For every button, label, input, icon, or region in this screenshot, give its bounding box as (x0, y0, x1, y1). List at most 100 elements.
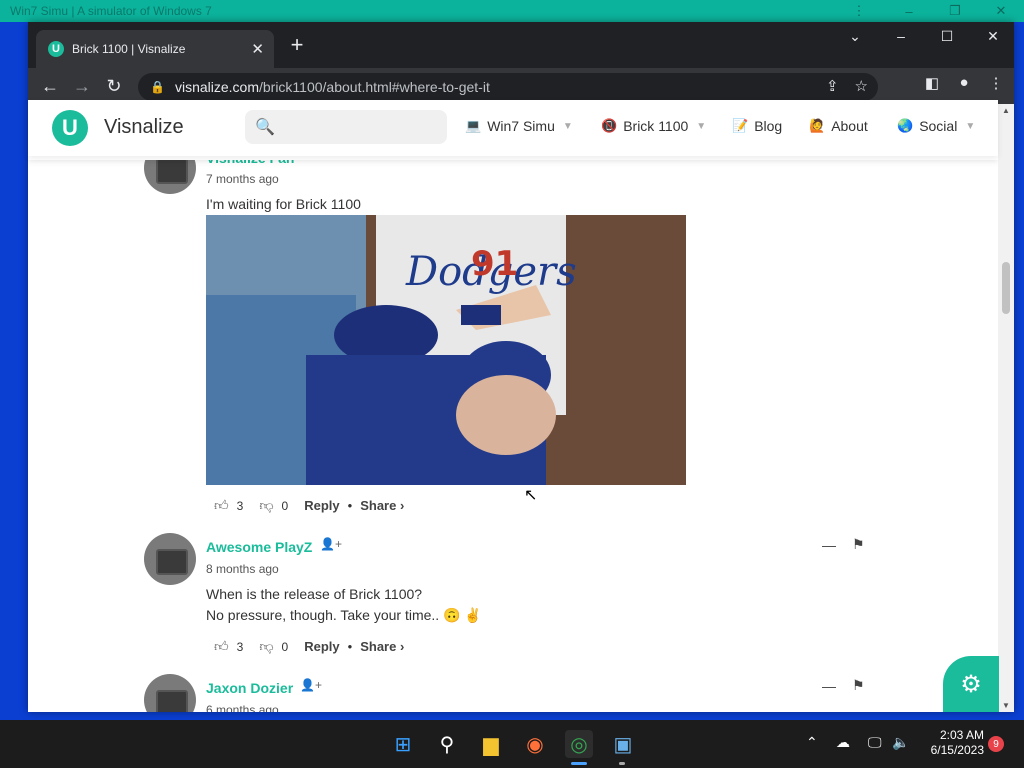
briefcase-icon (156, 549, 188, 575)
comment-author[interactable]: Jaxon Dozier (206, 680, 293, 696)
nav-label: Brick 1100 (623, 118, 689, 134)
chrome-icon[interactable]: ◎ (565, 730, 593, 758)
volume-icon[interactable]: 🔈 (892, 734, 909, 751)
svg-text:91: 91 (471, 244, 518, 284)
flag-icon[interactable]: ⚑ (852, 536, 865, 553)
flag-icon[interactable]: ⚑ (852, 677, 865, 694)
favicon-icon: U (48, 41, 64, 57)
collapse-icon[interactable]: — (822, 678, 836, 694)
dislike-count: 0 (281, 498, 289, 513)
reply-button[interactable]: Reply (304, 498, 339, 513)
site-logo[interactable]: U (52, 110, 88, 146)
separator-dot: • (347, 498, 353, 513)
tab-strip: U Brick 1100 | Visnalize ✕ + ⌄ – ☐ ✕ (28, 22, 1014, 68)
taskbar: ⊞ ⚲ ▆ ◉ ◎ ▣ ⌃ ☁ 🖵 🔈 2:03 AM 6/15/2023 9 (0, 720, 1024, 768)
chevron-down-icon: ▼ (965, 120, 976, 132)
file-explorer-icon[interactable]: ▆ (477, 730, 505, 758)
notification-badge[interactable]: 9 (988, 736, 1004, 752)
tab-close-icon[interactable]: ✕ (251, 40, 264, 58)
nav-about[interactable]: 🙋 About (809, 118, 868, 134)
nav-win7-simu[interactable]: 💻 Win7 Simu ▼ (465, 118, 573, 134)
like-count: 3 (236, 639, 244, 654)
gear-icon: ⚙ (960, 670, 982, 698)
taskbar-clock[interactable]: 2:03 AM 6/15/2023 (920, 728, 984, 758)
page-scrollbar[interactable]: ▲ ▼ (998, 104, 1014, 712)
close-button[interactable]: ✕ (970, 22, 1016, 50)
network-icon[interactable]: 🖵 (868, 734, 882, 751)
nav-label: Social (919, 118, 958, 134)
add-user-icon[interactable]: 👤+ (300, 678, 322, 692)
thumbs-down-icon[interactable]: 👎︎ (259, 497, 273, 514)
clock-time: 2:03 AM (939, 728, 984, 742)
thumbs-down-icon[interactable]: 👎︎ (259, 638, 273, 655)
site-brand[interactable]: Visnalize (104, 116, 184, 139)
like-count: 3 (236, 498, 244, 513)
site-search[interactable]: 🔍 (245, 110, 447, 144)
nav-label: Win7 Simu (487, 118, 555, 134)
add-user-icon[interactable]: 👤+ (320, 537, 342, 551)
site-header-overlay: U Visnalize 🔍 💻 Win7 Simu ▼ 📵 Brick 1100… (28, 100, 998, 156)
chevron-down-icon: ▼ (696, 120, 707, 132)
url-host: visnalize.com (174, 79, 259, 95)
firefox-icon[interactable]: ◉ (521, 730, 549, 758)
address-bar[interactable]: 🔒 visnalize.com /brick1100/about.html#wh… (138, 73, 878, 101)
avatar[interactable] (144, 533, 196, 585)
side-panel-icon[interactable]: ◧ (922, 74, 942, 92)
scroll-down-icon[interactable]: ▼ (1002, 701, 1010, 710)
comment-gif-image[interactable]: Dodgers 91 (206, 215, 686, 485)
dislike-count: 0 (281, 639, 289, 654)
avatar[interactable] (144, 674, 196, 712)
comment-actions: 👍︎ 3 👎︎ 0 Reply • Share › (214, 497, 404, 514)
url-path: /brick1100/about.html#where-to-get-it (258, 79, 490, 95)
search-input[interactable] (280, 118, 445, 136)
start-windows-icon[interactable]: ⊞ (389, 730, 417, 758)
bookmark-star-icon[interactable]: ☆ (855, 77, 868, 95)
back-arrow-icon[interactable]: ← (38, 74, 62, 98)
thumbs-up-icon[interactable]: 👍︎ (214, 638, 229, 655)
reload-icon[interactable]: ↻ (102, 74, 126, 98)
browser-toolbar: ← → ↻ 🔒 visnalize.com /brick1100/about.h… (28, 68, 1014, 104)
settings-gear-button[interactable]: ⚙ (943, 656, 999, 712)
no-phone-icon: 📵 (601, 118, 618, 133)
comment-text-line-1: When is the release of Brick 1100? (206, 586, 423, 602)
mouse-cursor-icon: ↖ (524, 487, 538, 504)
comment-time[interactable]: 8 months ago (206, 562, 279, 576)
tab-active[interactable]: U Brick 1100 | Visnalize ✕ (36, 30, 274, 68)
baseball-dugout-image: Dodgers 91 (206, 215, 686, 485)
thumbs-up-icon[interactable]: 👍︎ (214, 497, 229, 514)
nav-label: Blog (754, 118, 783, 134)
maximize-button[interactable]: ☐ (924, 22, 970, 50)
nav-blog[interactable]: 📝 Blog (732, 118, 782, 134)
host-restore-button[interactable]: ❐ (932, 0, 978, 22)
clock-date: 6/15/2023 (930, 743, 984, 757)
new-tab-button[interactable]: + (286, 34, 308, 56)
nav-social[interactable]: 🌏 Social ▼ (897, 118, 975, 134)
win7-simu-icon[interactable]: ▣ (609, 730, 637, 758)
host-close-button[interactable]: ✕ (978, 0, 1024, 22)
tab-search-icon[interactable]: ⌄ (832, 22, 878, 50)
scrollbar-thumb[interactable] (1002, 262, 1010, 314)
search-icon[interactable]: ⚲ (433, 730, 461, 758)
share-icon[interactable]: ⇪ (826, 77, 839, 95)
more-menu-icon[interactable]: ⋮ (986, 74, 1006, 92)
tray-overflow-icon[interactable]: ⌃ (806, 734, 818, 751)
minimize-button[interactable]: – (878, 22, 924, 50)
onedrive-icon[interactable]: ☁ (836, 734, 850, 751)
scroll-up-icon[interactable]: ▲ (1002, 106, 1010, 115)
laptop-icon: 💻 (465, 118, 482, 133)
share-button[interactable]: Share › (360, 639, 404, 654)
share-button[interactable]: Share › (360, 498, 404, 513)
host-menu-icon[interactable]: ⋮ (836, 0, 882, 22)
collapse-icon[interactable]: — (822, 537, 836, 553)
host-title: Win7 Simu | A simulator of Windows 7 (10, 4, 212, 18)
host-minimize-button[interactable]: – (886, 0, 932, 22)
comment-author[interactable]: Awesome PlayZ (206, 539, 312, 555)
nav-brick-1100[interactable]: 📵 Brick 1100 ▼ (601, 118, 706, 134)
memo-icon: 📝 (732, 118, 749, 133)
profile-icon[interactable]: ● (954, 74, 974, 92)
forward-arrow-icon[interactable]: → (70, 74, 94, 98)
comment-time[interactable]: 7 months ago (206, 172, 279, 186)
reply-button[interactable]: Reply (304, 639, 339, 654)
globe-icon: 🌏 (897, 118, 914, 133)
comment-time[interactable]: 6 months ago (206, 703, 279, 712)
